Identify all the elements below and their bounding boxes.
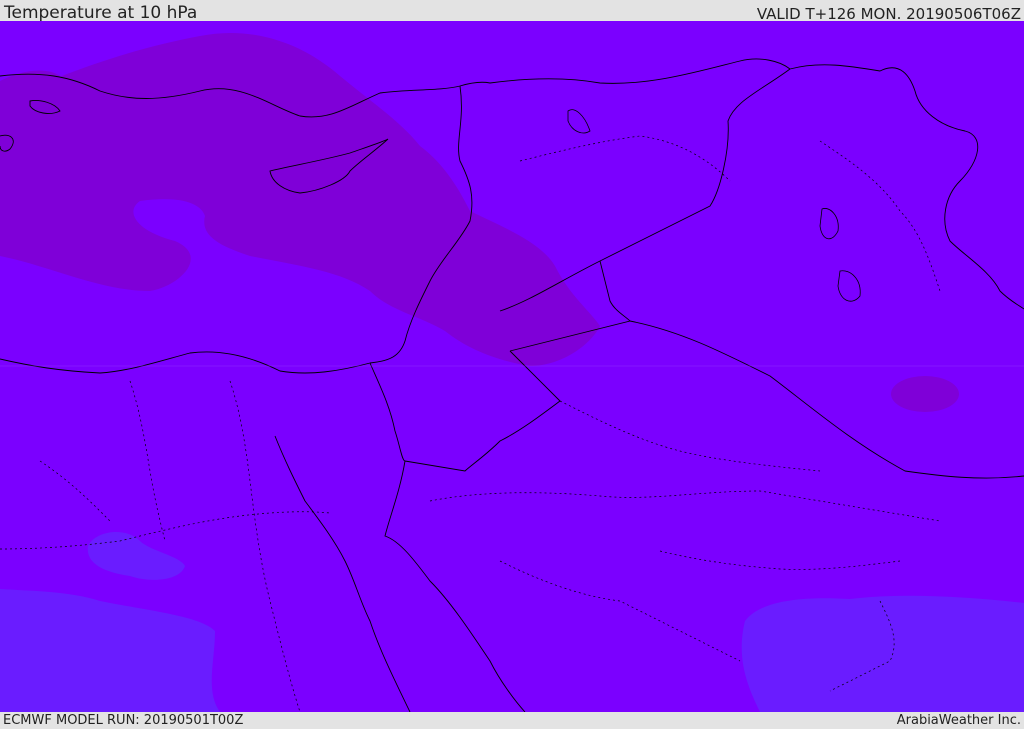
warm-patch-east bbox=[891, 376, 959, 412]
map-title: Temperature at 10 hPa bbox=[4, 3, 198, 23]
warm-band bbox=[0, 32, 600, 367]
lakes bbox=[567, 109, 861, 302]
footer-bar: ECMWF MODEL RUN: 20190501T00Z ArabiaWeat… bbox=[0, 712, 1024, 729]
model-run-label: ECMWF MODEL RUN: 20190501T00Z bbox=[3, 713, 244, 728]
temperature-map[interactable] bbox=[0, 21, 1024, 712]
credit-label: ArabiaWeather Inc. bbox=[896, 713, 1021, 728]
cool-patch-southwest bbox=[0, 589, 220, 712]
cool-patch-southeast bbox=[741, 595, 1024, 712]
map-canvas bbox=[0, 32, 1024, 712]
header-bar: Temperature at 10 hPa VALID T+126 MON. 2… bbox=[0, 0, 1024, 23]
cool-patch-libya bbox=[87, 531, 185, 580]
